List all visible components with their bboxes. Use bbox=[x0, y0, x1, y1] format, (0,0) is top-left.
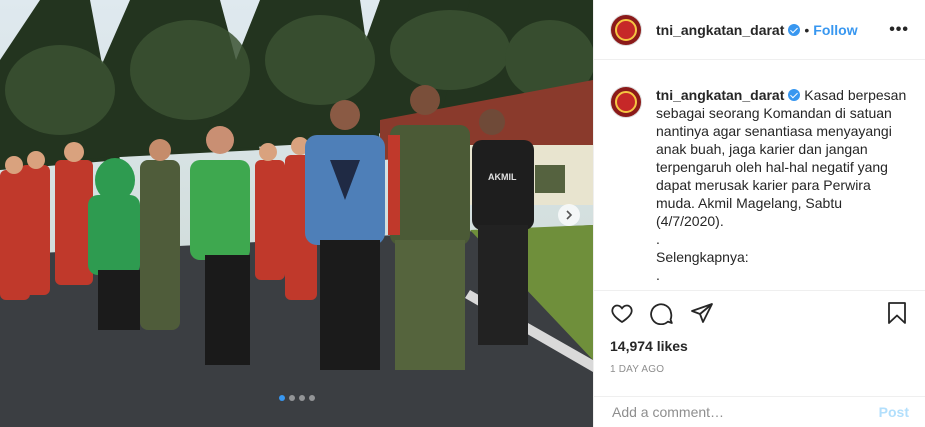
paper-plane-icon[interactable] bbox=[690, 301, 714, 325]
follow-button[interactable]: Follow bbox=[813, 22, 857, 38]
shirt-print: AKMIL bbox=[488, 172, 517, 182]
verified-badge-icon bbox=[788, 23, 801, 36]
caption-line: (4/7/2020). bbox=[656, 213, 724, 229]
caption-line: nantinya agar senantiasa menyayangi bbox=[656, 123, 892, 139]
comment-bubble-icon[interactable] bbox=[650, 301, 674, 325]
carousel-dot bbox=[308, 395, 315, 401]
post-caption: tni_angkatan_darat Kasad berpesan sebaga… bbox=[610, 86, 910, 286]
avatar[interactable] bbox=[610, 13, 642, 46]
carousel-dot bbox=[298, 395, 305, 401]
post-header: tni_angkatan_darat • Follow ••• bbox=[594, 0, 925, 60]
caption-username[interactable]: tni_angkatan_darat bbox=[656, 87, 784, 103]
comment-bar: Post bbox=[594, 396, 925, 427]
likes-count[interactable]: 14,974 likes bbox=[610, 338, 688, 354]
caption-line: terpengaruh oleh hal-hal negatif yang bbox=[656, 159, 888, 175]
tni-logo-icon bbox=[615, 18, 637, 41]
header-username[interactable]: tni_angkatan_darat bbox=[656, 22, 784, 38]
heart-icon[interactable] bbox=[610, 301, 634, 325]
caption-line: anak buah, jaga karier dan jangan bbox=[656, 141, 868, 157]
caption-line: sebagai seorang Komandan di satuan bbox=[656, 105, 892, 121]
carousel-next-button[interactable] bbox=[558, 204, 580, 226]
caption-line: dapat merusak karier para Perwira bbox=[656, 177, 871, 193]
more-options-button[interactable]: ••• bbox=[889, 21, 909, 39]
chevron-right-icon bbox=[566, 210, 573, 220]
carousel-dot bbox=[288, 395, 295, 401]
caption-line: Selengkapnya: bbox=[656, 249, 749, 265]
post-comment-button[interactable]: Post bbox=[879, 404, 909, 420]
post-actions bbox=[594, 290, 925, 334]
caption-line: Kasad berpesan bbox=[804, 87, 907, 103]
post-photo[interactable]: AKMIL bbox=[0, 0, 593, 427]
header-separator: • bbox=[804, 21, 810, 38]
caption-line: . bbox=[656, 231, 660, 247]
photo-illustration: AKMIL bbox=[0, 0, 593, 427]
comment-input[interactable] bbox=[610, 403, 879, 421]
post-timestamp[interactable]: 1 DAY AGO bbox=[610, 364, 664, 375]
carousel-dot bbox=[278, 395, 285, 401]
caption-line: . bbox=[656, 267, 660, 283]
instagram-post: AKMIL tni_angkatan_darat • Follow ••• tn… bbox=[0, 0, 925, 427]
caption-line: muda. Akmil Magelang, Sabtu bbox=[656, 195, 842, 211]
caption-text: tni_angkatan_darat Kasad berpesan sebaga… bbox=[656, 86, 906, 286]
tni-logo-icon bbox=[615, 91, 637, 113]
verified-badge-icon bbox=[788, 89, 801, 101]
post-side-panel: tni_angkatan_darat • Follow ••• tni_angk… bbox=[593, 0, 925, 427]
carousel-indicator bbox=[0, 395, 593, 401]
caption-avatar[interactable] bbox=[610, 86, 642, 118]
bookmark-icon[interactable] bbox=[885, 301, 909, 325]
